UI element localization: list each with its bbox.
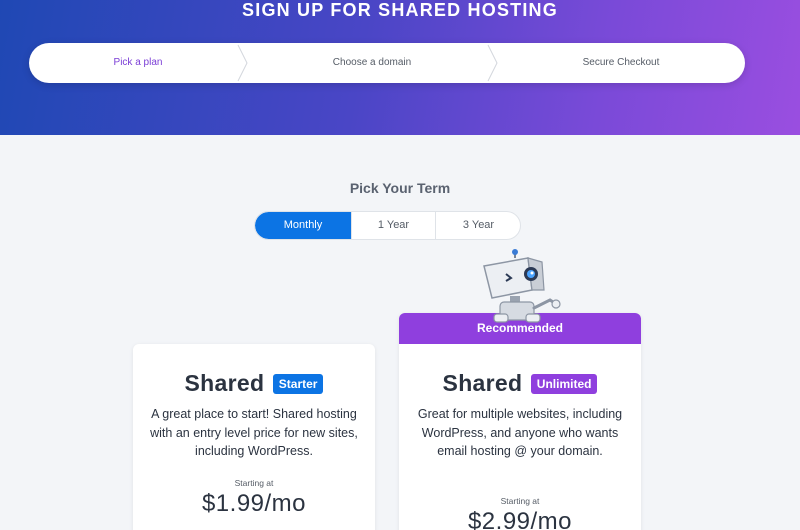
starting-label: Starting at <box>500 496 540 506</box>
step-choose-a-domain[interactable]: Choose a domain <box>247 43 497 83</box>
term-option-1-year[interactable]: 1 Year <box>351 212 435 239</box>
robot-mascot-icon <box>483 249 561 323</box>
plan-badge: Starter <box>272 373 324 394</box>
plan-name: Shared <box>184 370 265 396</box>
term-toggle: Monthly 1 Year 3 Year <box>254 211 521 240</box>
starting-label: Starting at <box>234 478 274 488</box>
plan-description: A great place to start! Shared hosting w… <box>150 407 358 458</box>
plan-header: Shared Unlimited <box>399 370 641 397</box>
plan-price: $1.99/mo <box>201 490 307 517</box>
plan-name: Shared <box>442 370 523 396</box>
plan-badge: Unlimited <box>530 373 598 394</box>
term-title: Pick Your Term <box>349 180 451 196</box>
step-secure-checkout[interactable]: Secure Checkout <box>497 43 745 83</box>
signup-steps: Pick a plan Choose a domain Secure Check… <box>29 43 745 83</box>
step-pick-a-plan[interactable]: Pick a plan <box>29 43 247 83</box>
plan-header: Shared Starter <box>133 370 375 397</box>
plan-card-starter[interactable]: Shared Starter A great place to start! S… <box>133 344 375 530</box>
hero-banner: SIGN UP FOR SHARED HOSTING Pick a plan C… <box>0 0 800 135</box>
page-title: SIGN UP FOR SHARED HOSTING <box>242 0 558 20</box>
term-option-monthly[interactable]: Monthly <box>255 212 351 239</box>
plan-description: Great for multiple websites, including W… <box>417 407 623 458</box>
plan-card-unlimited[interactable]: Recommended Shared Unlimited Great for m… <box>399 313 641 530</box>
term-option-3-year[interactable]: 3 Year <box>435 212 520 239</box>
plan-price: $2.99/mo <box>467 508 573 530</box>
